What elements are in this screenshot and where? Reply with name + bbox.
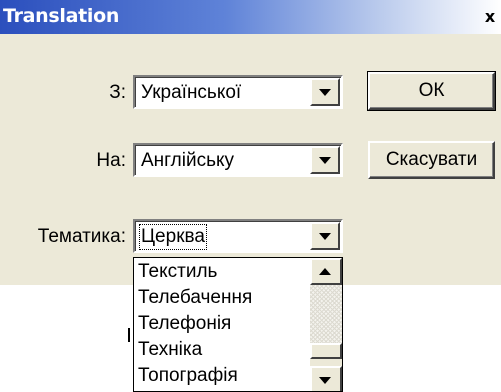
scroll-thumb[interactable] — [310, 343, 342, 359]
to-language-value: Англійську — [141, 150, 235, 171]
from-language-value: Української — [141, 82, 242, 103]
topic-select[interactable]: Церква — [133, 219, 343, 253]
list-item[interactable]: Техніка — [138, 339, 202, 361]
topic-dropdown-button[interactable] — [310, 222, 340, 250]
title-bar[interactable]: Translation x — [0, 0, 501, 34]
chevron-down-icon — [319, 157, 331, 164]
cancel-button[interactable]: Скасувати — [368, 141, 495, 179]
from-language-label: З: — [109, 82, 126, 103]
scroll-down-icon — [319, 377, 331, 384]
from-language-dropdown-button[interactable] — [310, 78, 340, 106]
to-language-label: На: — [96, 150, 126, 171]
to-language-dropdown-button[interactable] — [310, 146, 340, 174]
scroll-track[interactable] — [310, 285, 342, 343]
topic-value: Церква — [139, 224, 207, 250]
from-language-select[interactable]: Української — [133, 75, 343, 109]
chevron-down-icon — [319, 233, 331, 240]
list-item[interactable]: Текстиль — [138, 261, 217, 283]
list-item[interactable]: Телефонія — [138, 313, 231, 335]
text-cursor-mark — [128, 328, 130, 342]
topic-dropdown-list[interactable]: Текстиль Телебачення Телефонія Техніка Т… — [133, 257, 343, 392]
scroll-up-icon — [319, 268, 331, 275]
translation-dialog: Translation x З: Української На: Англійс… — [0, 0, 501, 285]
window-title: Translation — [3, 5, 120, 27]
chevron-down-icon — [319, 89, 331, 96]
topic-label: Тематика: — [37, 226, 126, 247]
dropdown-scrollbar[interactable] — [310, 258, 342, 391]
scroll-up-button[interactable] — [310, 258, 342, 285]
scroll-down-button[interactable] — [310, 366, 342, 391]
list-item[interactable]: Телебачення — [138, 287, 252, 309]
close-icon[interactable]: x — [482, 8, 498, 26]
to-language-select[interactable]: Англійську — [133, 143, 343, 177]
list-item[interactable]: Топографія — [138, 365, 238, 387]
ok-button[interactable]: ОК — [367, 71, 496, 111]
